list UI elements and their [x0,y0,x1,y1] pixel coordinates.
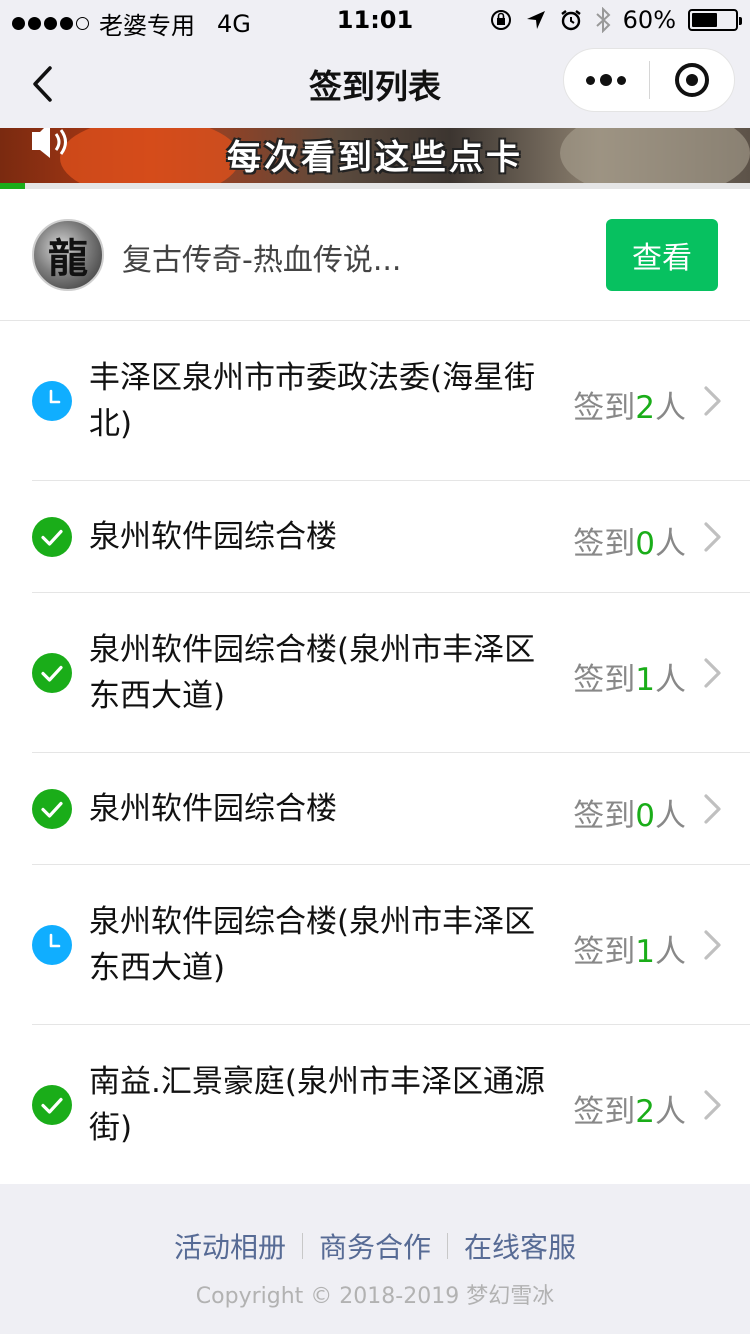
check-circle-icon [32,789,72,829]
checkin-count: 签到2人 [573,382,686,427]
checkin-count-prefix: 签到 [573,934,636,970]
chevron-right-icon [702,1088,724,1122]
checkin-count-suffix: 人 [655,662,686,698]
checkin-location-name: 南益.汇景豪庭(泉州市丰泽区通源街) [89,1064,545,1146]
checkin-count-prefix: 签到 [573,526,636,562]
close-target-icon [674,63,709,97]
checkin-location-name: 丰泽区泉州市市委政法委(海星街北) [89,360,536,442]
checkin-count-suffix: 人 [655,1094,686,1130]
checkin-count-prefix: 签到 [573,1094,636,1130]
view-button[interactable]: 查看 [606,219,718,291]
checkin-count-suffix: 人 [655,526,686,562]
checkin-count: 签到2人 [573,1086,686,1131]
footer-link-album[interactable]: 活动相册 [158,1226,302,1266]
chevron-right-icon [702,384,724,418]
checkin-count-suffix: 人 [655,798,686,834]
video-subtitle: 每次看到这些点卡 [227,138,523,178]
location-arrow-icon [526,11,545,29]
checkin-list: 丰泽区泉州市市委政法委(海星街北) 签到2人 泉州软件园综合楼 签到0人 泉州软件园综合… [0,321,750,1185]
check-circle-icon [32,1085,72,1125]
checkin-item[interactable]: 泉州软件园综合楼 签到0人 [0,481,750,593]
checkin-count-number: 1 [635,662,655,698]
footer-link-business[interactable]: 商务合作 [303,1226,447,1266]
checkin-count-number: 0 [635,526,655,562]
checkin-count: 签到0人 [573,790,686,835]
checkin-count-suffix: 人 [655,934,686,970]
more-icon [586,74,627,86]
clock-icon [32,925,72,965]
checkin-count: 签到1人 [573,926,686,971]
chevron-right-icon [702,792,724,826]
game-title: 复古传奇-热血传说... [122,243,402,278]
checkin-item[interactable]: 泉州软件园综合楼(泉州市丰泽区东西大道) 签到1人 [0,593,750,753]
footer-link-support[interactable]: 在线客服 [448,1226,592,1266]
video-player[interactable]: 每次看到这些点卡 [0,128,750,183]
rotation-lock-icon [490,10,511,30]
copyright-text: Copyright © 2018-2019 梦幻雪冰 [195,1284,555,1309]
checkin-count-prefix: 签到 [573,798,636,834]
checkin-location-name: 泉州软件园综合楼(泉州市丰泽区东西大道) [89,632,536,714]
chevron-right-icon [702,928,724,962]
checkin-item[interactable]: 泉州软件园综合楼(泉州市丰泽区东西大道) 签到1人 [0,865,750,1025]
nav-bar: 签到列表 [0,40,750,128]
clock-icon [32,381,72,421]
checkin-location-name: 泉州软件园综合楼 [89,519,337,555]
checkin-count-prefix: 签到 [573,662,636,698]
status-bar: 老婆专用 4G 11:01 60% [0,0,750,40]
battery-icon [688,9,742,31]
check-circle-icon [32,517,72,557]
checkin-count-prefix: 签到 [573,390,636,426]
bluetooth-icon [595,7,611,33]
status-right: 60% [489,6,742,34]
game-avatar: 龍 [32,219,104,291]
checkin-count-number: 2 [635,1094,655,1130]
checkin-count: 签到0人 [573,518,686,563]
checkin-location-name: 泉州软件园综合楼(泉州市丰泽区东西大道) [89,904,536,986]
checkin-count-suffix: 人 [655,390,686,426]
dragon-logo-icon: 龍 [48,235,88,282]
mini-program-capsule [563,48,735,112]
checkin-count-number: 1 [635,934,655,970]
footer: 活动相册 商务合作 在线客服 Copyright © 2018-2019 梦幻雪… [0,1184,750,1334]
checkin-count-number: 0 [635,798,655,834]
checkin-count-number: 2 [635,390,655,426]
checkin-item[interactable]: 泉州软件园综合楼 签到0人 [0,753,750,865]
checkin-item[interactable]: 丰泽区泉州市市委政法委(海星街北) 签到2人 [0,321,750,481]
check-circle-icon [32,653,72,693]
chevron-right-icon [702,656,724,690]
game-promo-row: 龍 复古传奇-热血传说... 查看 [0,189,750,321]
battery-percent: 60% [622,6,676,34]
footer-links: 活动相册 商务合作 在线客服 [0,1226,750,1266]
alarm-icon [560,10,581,31]
checkin-location-name: 泉州软件园综合楼 [89,791,337,827]
checkin-item[interactable]: 南益.汇景豪庭(泉州市丰泽区通源街) 签到2人 [0,1025,750,1185]
checkin-count: 签到1人 [573,654,686,699]
more-button[interactable] [564,48,649,112]
chevron-right-icon [702,520,724,554]
close-button[interactable] [650,48,735,112]
